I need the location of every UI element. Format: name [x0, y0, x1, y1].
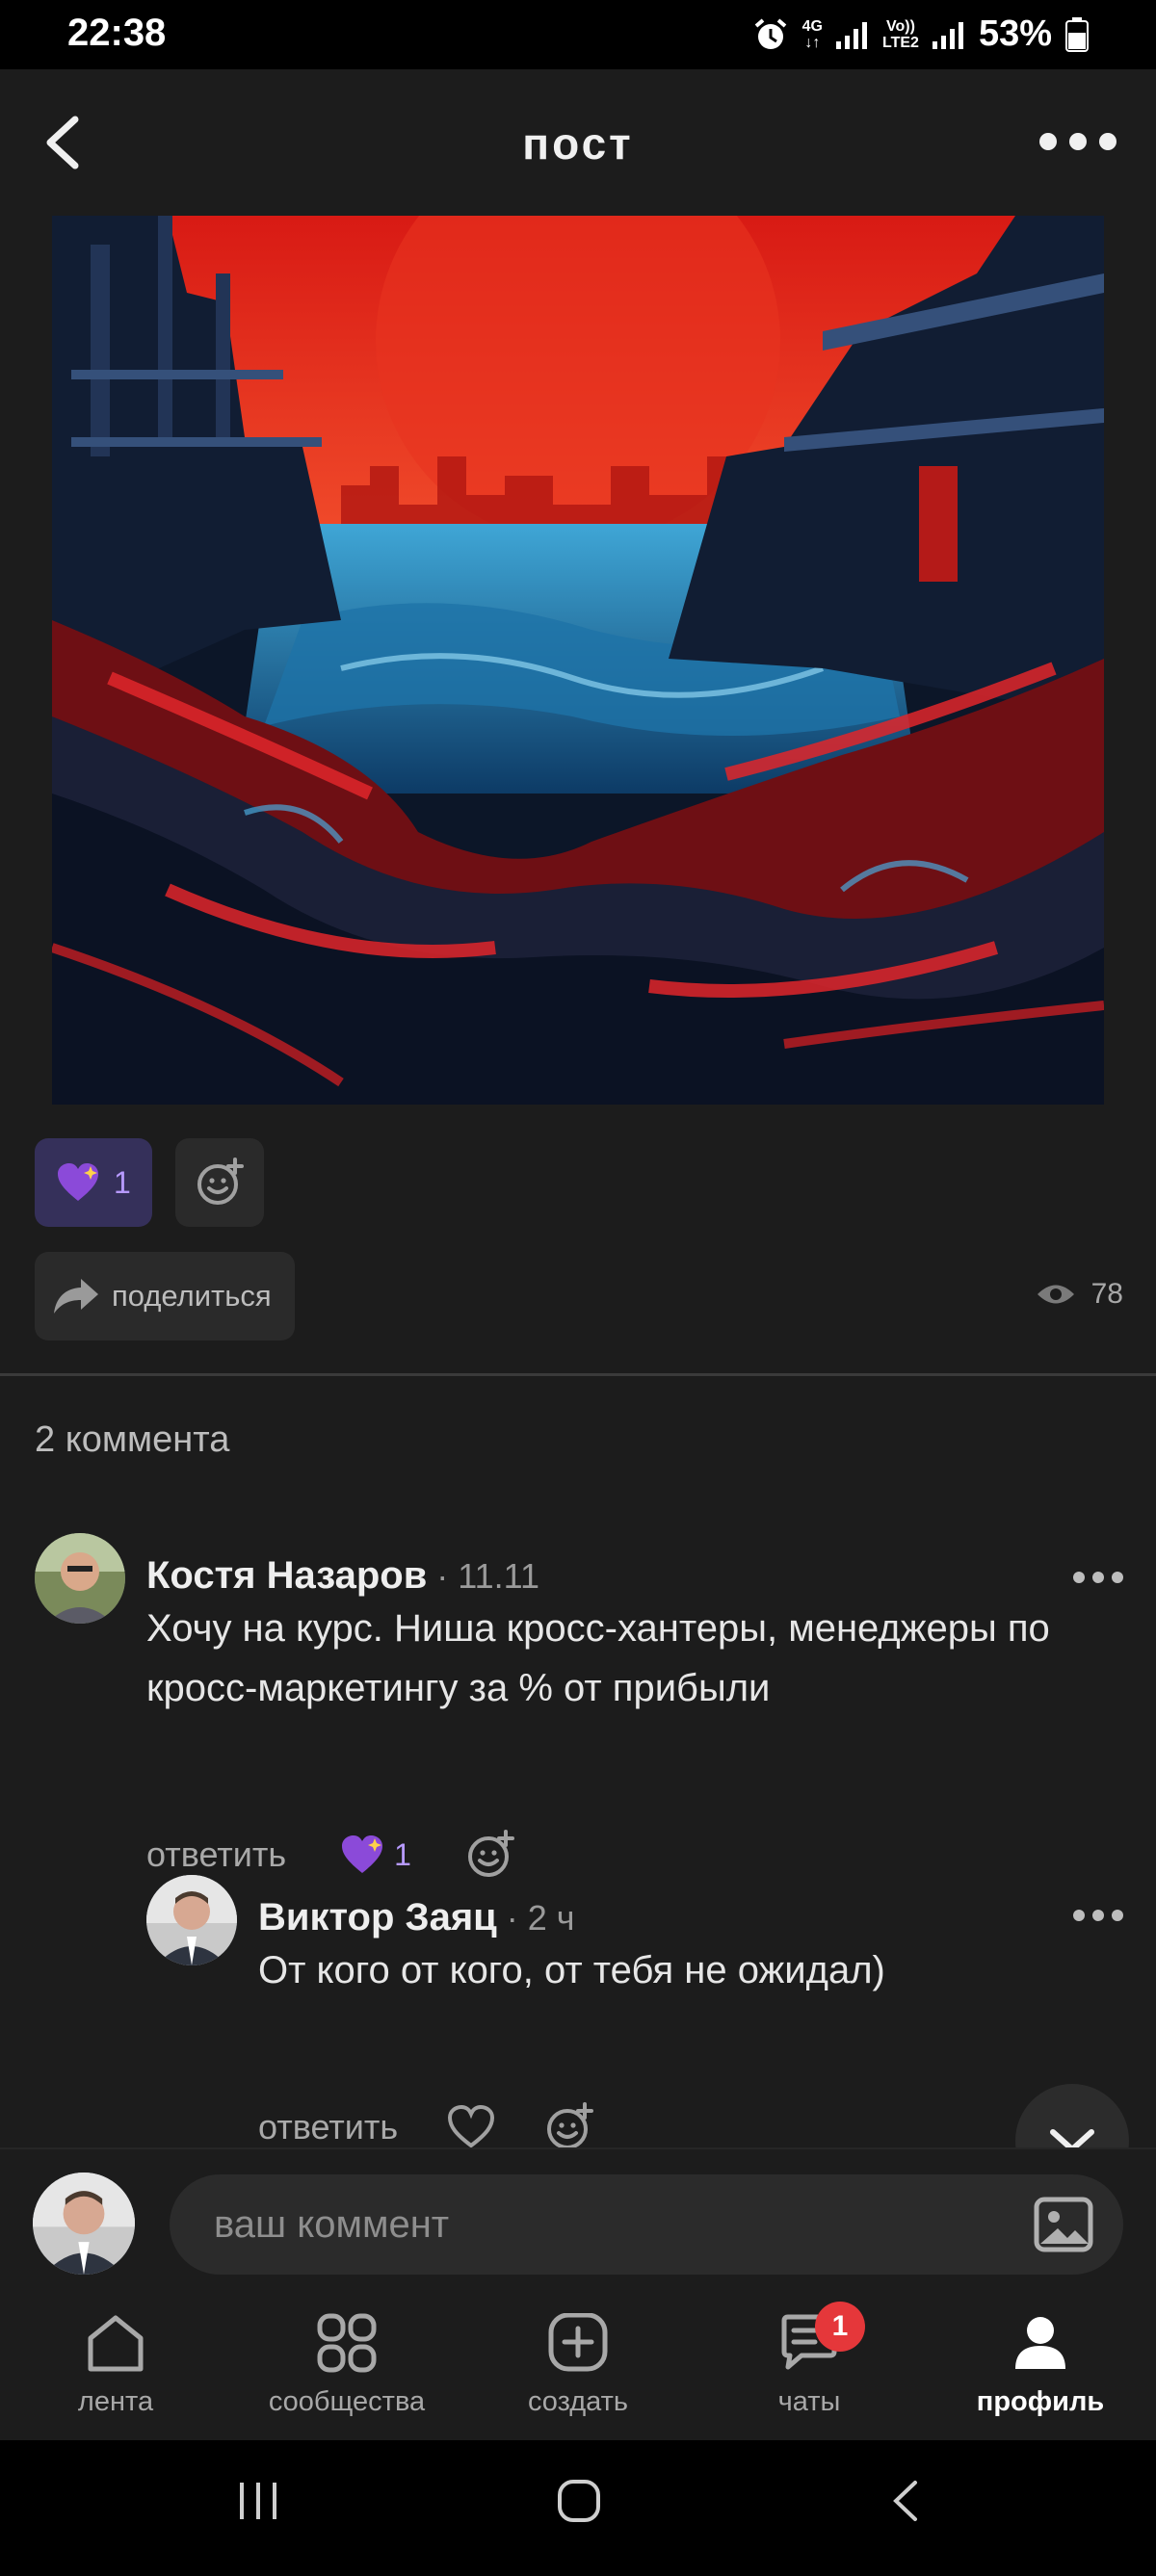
add-reaction-button[interactable]	[174, 1138, 264, 1227]
home-circle-icon	[558, 2480, 600, 2522]
recent-apps-button[interactable]	[236, 2479, 280, 2528]
home-icon	[88, 2315, 144, 2372]
sparkling-heart-icon	[58, 1163, 98, 1201]
sparkling-heart-icon	[342, 1835, 383, 1873]
comment-text: Хочу на курс. Ниша кросс-хантеры, менедж…	[146, 1607, 1050, 1709]
attach-image-icon[interactable]	[1033, 2194, 1094, 2255]
recent-apps-icon	[240, 2483, 276, 2519]
comment-composer: ваш коммент	[0, 2147, 1156, 2292]
network-type: 4G ↓↑	[801, 17, 823, 51]
app-screen: пост 1 поделиться 78 2 коммента Костя На…	[0, 69, 1156, 2440]
tab-communities[interactable]: сообщества	[231, 2294, 462, 2440]
page-title: пост	[522, 118, 634, 169]
volte-indicator: Vo)) LTE2	[882, 17, 919, 51]
heart-outline-icon[interactable]	[446, 2105, 496, 2149]
comment-input-placeholder: ваш коммент	[214, 2202, 450, 2246]
smiley-plus-icon	[197, 1158, 244, 1205]
signal-icon	[836, 21, 867, 49]
alarm-icon	[754, 17, 786, 49]
eye-icon	[1037, 1285, 1074, 1304]
plus-square-icon	[548, 2313, 608, 2372]
home-button[interactable]	[557, 2479, 601, 2528]
comment-author-line: Виктор Заяц · 2 ч	[258, 1896, 575, 1939]
comment-date: · 2 ч	[496, 1898, 575, 1938]
comment-more-icon[interactable]	[1071, 1906, 1125, 1925]
comment-item: Костя Назаров · 11.11 Хочу на курс. Ниша…	[0, 1533, 1156, 1899]
share-button[interactable]: поделиться	[35, 1252, 295, 1340]
tab-chats[interactable]: чаты 1	[694, 2294, 925, 2440]
comment-date: · 11.11	[427, 1556, 540, 1596]
battery-icon	[1065, 16, 1089, 52]
comment-actions: ответить 1	[146, 1830, 515, 1880]
comment-more-icon[interactable]	[1071, 1568, 1125, 1587]
share-label: поделиться	[112, 1279, 272, 1313]
reply-button[interactable]: ответить	[258, 2107, 398, 2147]
more-options-icon[interactable]	[1035, 127, 1121, 156]
comment-author-line: Костя Назаров · 11.11	[146, 1554, 539, 1598]
section-divider	[0, 1373, 1156, 1376]
smiley-plus-icon[interactable]	[465, 1830, 515, 1880]
avatar[interactable]	[35, 1533, 125, 1624]
reaction-heart-chip[interactable]: 1	[35, 1138, 152, 1227]
comments-count: 2 коммента	[35, 1419, 230, 1460]
tab-label: чаты	[777, 2386, 841, 2417]
post-reactions: 1	[35, 1138, 264, 1227]
comment-author[interactable]: Костя Назаров	[146, 1554, 427, 1597]
bottom-tab-bar: лента сообщества создать чаты 1 профиль	[0, 2294, 1156, 2440]
top-bar: пост	[0, 69, 1156, 216]
system-navigation-bar	[0, 2440, 1156, 2576]
comment-input[interactable]: ваш коммент	[170, 2174, 1123, 2275]
my-avatar[interactable]	[33, 2173, 135, 2275]
tab-label: профиль	[976, 2386, 1105, 2417]
status-bar: 22:38 4G ↓↑ Vo)) LTE2 53%	[0, 0, 1156, 69]
tab-create[interactable]: создать	[462, 2294, 694, 2440]
user-icon	[1015, 2317, 1065, 2369]
tab-label: лента	[77, 2386, 154, 2417]
views-counter: 78	[1036, 1278, 1123, 1311]
status-icons: 4G ↓↑ Vo)) LTE2 53%	[752, 13, 1089, 55]
back-chevron-icon	[893, 2481, 917, 2521]
tab-profile[interactable]: профиль	[925, 2294, 1156, 2440]
battery-percent: 53%	[978, 13, 1052, 54]
comment-text: От кого от кого, от тебя не ожидал)	[258, 1949, 885, 1991]
post-image[interactable]	[52, 216, 1104, 1105]
signal-icon-2	[932, 21, 963, 49]
unread-badge: 1	[815, 2302, 865, 2352]
tab-label: сообщества	[268, 2386, 426, 2417]
tab-label: создать	[527, 2386, 629, 2417]
reaction-count: 1	[114, 1164, 131, 1200]
views-count: 78	[1090, 1278, 1123, 1310]
tab-feed[interactable]: лента	[0, 2294, 231, 2440]
back-button[interactable]	[886, 2479, 925, 2528]
comment-reaction-chip[interactable]: 1	[340, 1834, 411, 1875]
share-arrow-icon	[54, 1279, 98, 1314]
smiley-plus-icon[interactable]	[544, 2102, 594, 2152]
comment-reaction-count: 1	[394, 1836, 411, 1872]
avatar[interactable]	[146, 1875, 237, 1965]
reply-comment-item: Виктор Заяц · 2 ч От кого от кого, от те…	[0, 1875, 1156, 2154]
comment-author[interactable]: Виктор Заяц	[258, 1896, 497, 1939]
reply-button[interactable]: ответить	[146, 1834, 286, 1875]
grid-icon	[317, 2313, 377, 2373]
status-time: 22:38	[67, 12, 167, 54]
comment-actions: ответить	[258, 2102, 594, 2152]
